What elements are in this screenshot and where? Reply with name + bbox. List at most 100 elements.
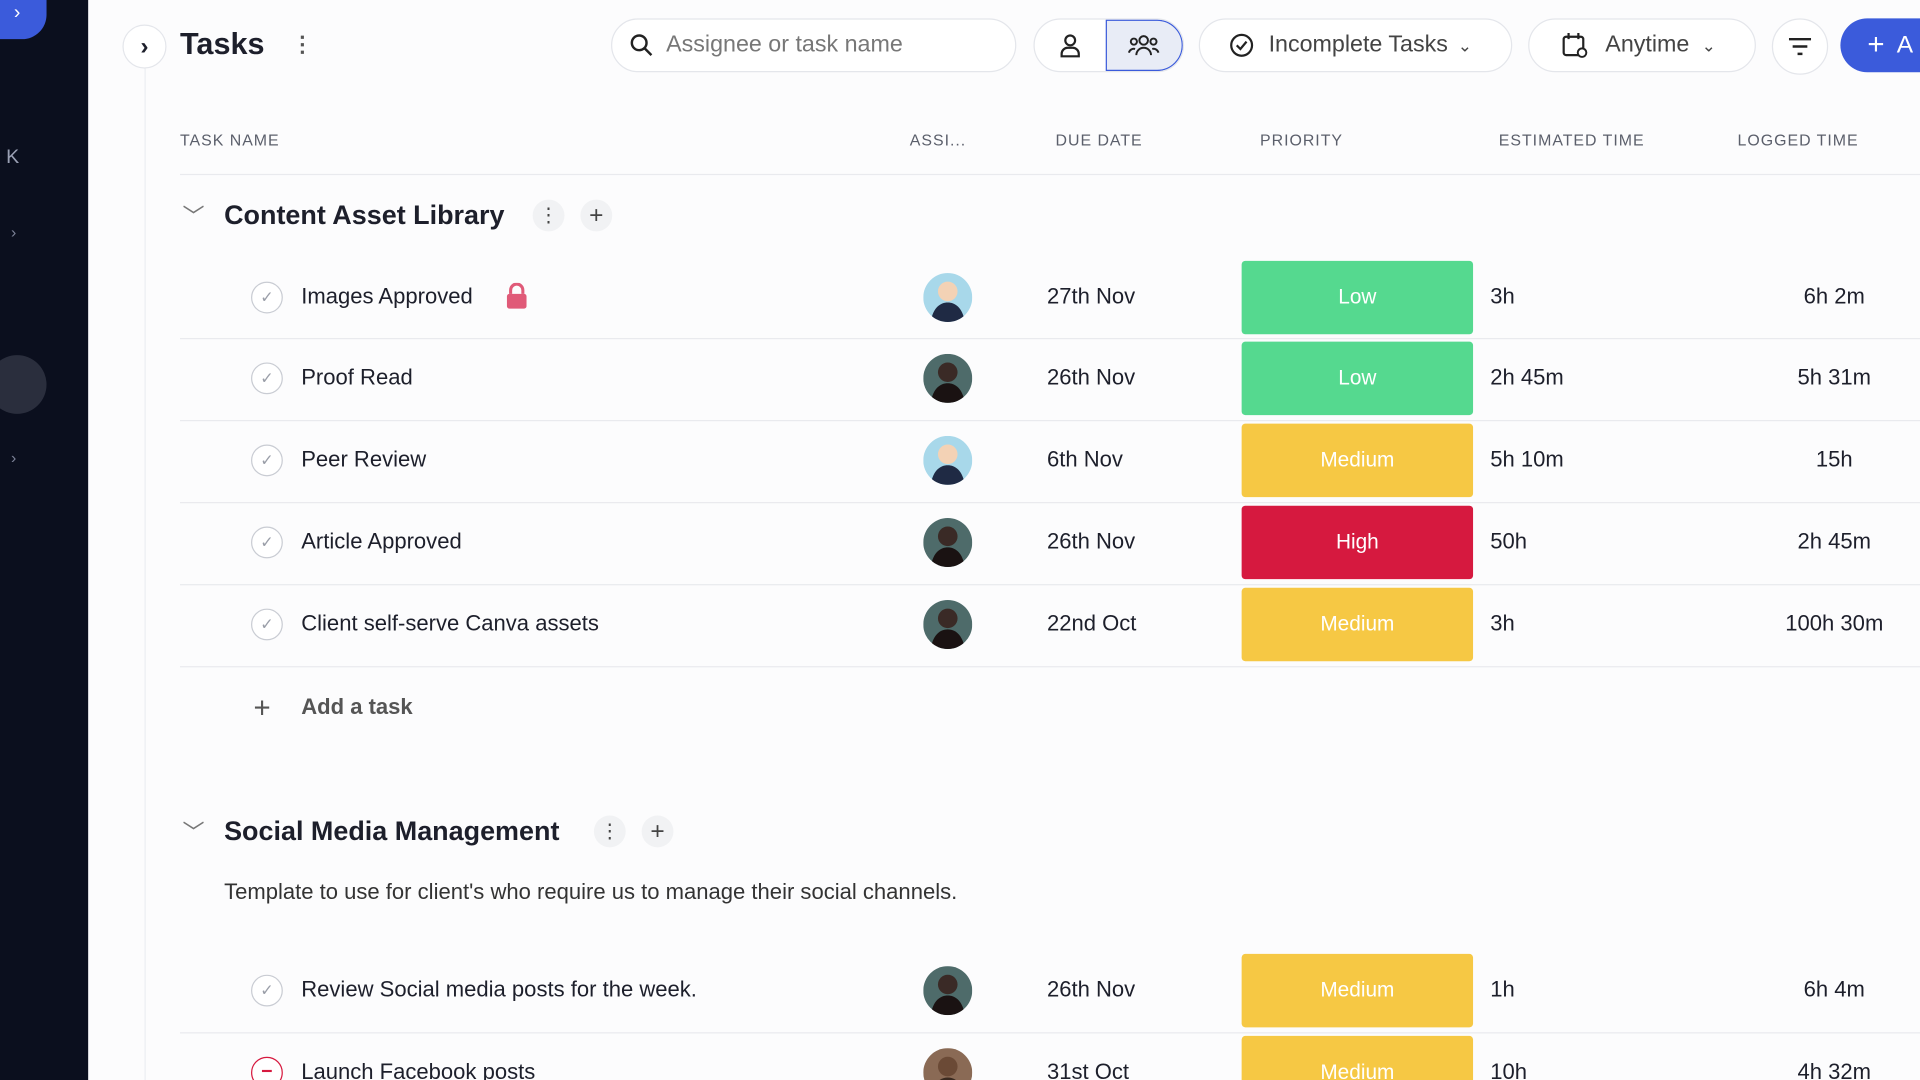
chevron-right-icon[interactable]: › [11, 223, 16, 241]
due-date[interactable]: 26th Nov [1047, 977, 1135, 1003]
row-divider [180, 1032, 1920, 1034]
group-title: Social Media Management [224, 815, 560, 847]
due-date[interactable]: 22nd Oct [1047, 611, 1136, 637]
task-name[interactable]: Launch Facebook posts [301, 1059, 535, 1080]
sidebar-letter: K [6, 146, 20, 168]
row-divider [180, 666, 1920, 668]
column-header-priority[interactable]: PRIORITY [1260, 131, 1343, 149]
view-toggle [1033, 18, 1185, 73]
task-name[interactable]: Images Approved [301, 284, 473, 310]
my-tasks-button[interactable] [1035, 20, 1105, 71]
due-date[interactable]: 26th Nov [1047, 529, 1135, 555]
avatar[interactable] [923, 1048, 973, 1080]
estimated-time[interactable]: 3h [1490, 284, 1515, 310]
group-add-icon[interactable]: + [641, 815, 674, 848]
app: › K › › › Tasks ⋮ Assignee or task name … [0, 0, 1920, 1080]
due-date[interactable]: 6th Nov [1047, 447, 1123, 473]
blocked-status-icon[interactable]: − [251, 1056, 283, 1080]
avatar[interactable] [923, 435, 973, 485]
collapse-panel-button[interactable]: › [122, 24, 167, 69]
team-tasks-button[interactable] [1105, 19, 1183, 72]
avatar[interactable] [923, 600, 973, 649]
avatar[interactable] [923, 517, 973, 567]
plus-icon: + [1867, 28, 1885, 62]
column-header-due-date[interactable]: DUE DATE [1056, 131, 1143, 149]
collapse-group-chevron-icon[interactable]: ﹀ [182, 200, 204, 232]
collapse-group-chevron-icon[interactable]: ﹀ [182, 816, 204, 848]
row-divider [180, 420, 1920, 422]
row-divider [180, 584, 1920, 586]
complete-task-checkbox[interactable]: ✓ [251, 526, 283, 559]
due-date[interactable]: 27th Nov [1047, 284, 1135, 310]
more-options-icon[interactable]: ⋮ [291, 32, 313, 58]
logged-time[interactable]: 2h 45m [1739, 529, 1920, 555]
calendar-icon [1562, 33, 1588, 58]
search-input[interactable]: Assignee or task name [611, 18, 1017, 73]
logged-time[interactable]: 6h 4m [1739, 977, 1920, 1003]
logged-time[interactable]: 100h 30m [1739, 611, 1920, 637]
task-name[interactable]: Article Approved [301, 529, 462, 555]
logged-time[interactable]: 6h 2m [1739, 284, 1920, 310]
task-name[interactable]: Peer Review [301, 447, 426, 473]
check-circle-icon [1230, 33, 1254, 57]
complete-task-checkbox[interactable]: ✓ [251, 444, 283, 477]
avatar[interactable] [923, 353, 973, 403]
complete-task-checkbox[interactable]: ✓ [251, 608, 283, 641]
chevron-right-icon[interactable]: › [11, 448, 16, 466]
complete-task-checkbox[interactable]: ✓ [251, 362, 283, 395]
chevron-right-icon: › [140, 32, 149, 60]
estimated-time[interactable]: 10h [1490, 1059, 1527, 1080]
task-name[interactable]: Client self-serve Canva assets [301, 611, 599, 637]
chevron-down-icon: ⌄ [1457, 34, 1473, 55]
complete-task-checkbox[interactable]: ✓ [251, 281, 283, 314]
column-header-task-name[interactable]: TASK NAME [180, 131, 280, 149]
group-more-options-icon[interactable]: ⋮ [532, 199, 565, 232]
add-button-label: A [1896, 31, 1914, 59]
logged-time[interactable]: 5h 31m [1739, 365, 1920, 391]
logged-time[interactable]: 15h [1739, 447, 1920, 473]
estimated-time[interactable]: 50h [1490, 529, 1527, 555]
add-task-link[interactable]: Add a task [301, 694, 412, 720]
priority-badge[interactable]: Medium [1241, 1035, 1474, 1080]
column-header-assignee[interactable]: ASSI... [910, 131, 966, 149]
priority-badge[interactable]: Low [1241, 260, 1474, 335]
date-filter-label: Anytime [1605, 31, 1690, 58]
logged-time[interactable]: 4h 32m [1739, 1059, 1920, 1080]
status-filter-dropdown[interactable]: Incomplete Tasks ⌄ [1198, 18, 1513, 73]
priority-badge[interactable]: Medium [1241, 423, 1474, 498]
task-name[interactable]: Proof Read [301, 365, 413, 391]
estimated-time[interactable]: 5h 10m [1490, 447, 1564, 473]
filter-button[interactable] [1771, 18, 1829, 75]
group-title: Content Asset Library [224, 199, 505, 231]
task-name[interactable]: Review Social media posts for the week. [301, 977, 697, 1003]
status-filter-label: Incomplete Tasks [1268, 31, 1448, 58]
chevron-right-icon: › [13, 2, 21, 24]
priority-badge[interactable]: Medium [1241, 587, 1474, 662]
chevron-down-icon: ⌄ [1701, 34, 1716, 55]
column-header-estimated-time[interactable]: ESTIMATED TIME [1499, 131, 1645, 149]
estimated-time[interactable]: 1h [1490, 977, 1515, 1003]
group-more-options-icon[interactable]: ⋮ [593, 815, 626, 848]
users-icon [1128, 35, 1160, 56]
row-divider [180, 337, 1920, 340]
avatar[interactable] [923, 966, 973, 1016]
search-placeholder: Assignee or task name [666, 31, 903, 58]
avatar[interactable] [923, 273, 973, 323]
divider [144, 68, 146, 1080]
date-filter-dropdown[interactable]: Anytime ⌄ [1528, 18, 1756, 73]
due-date[interactable]: 26th Nov [1047, 365, 1135, 391]
group-add-icon[interactable]: + [580, 199, 613, 232]
priority-badge[interactable]: Low [1241, 341, 1474, 416]
lock-icon [506, 282, 527, 309]
due-date[interactable]: 31st Oct [1047, 1059, 1129, 1080]
filter-icon [1788, 37, 1812, 56]
complete-task-checkbox[interactable]: ✓ [251, 974, 283, 1007]
plus-icon[interactable]: + [253, 692, 270, 726]
estimated-time[interactable]: 3h [1490, 611, 1515, 637]
priority-badge[interactable]: Medium [1241, 953, 1474, 1028]
add-task-button[interactable]: + A [1840, 18, 1920, 73]
estimated-time[interactable]: 2h 45m [1490, 365, 1564, 391]
priority-badge[interactable]: High [1241, 505, 1474, 580]
column-header-logged-time[interactable]: LOGGED TIME [1738, 131, 1859, 149]
page-title: Tasks [180, 26, 265, 62]
